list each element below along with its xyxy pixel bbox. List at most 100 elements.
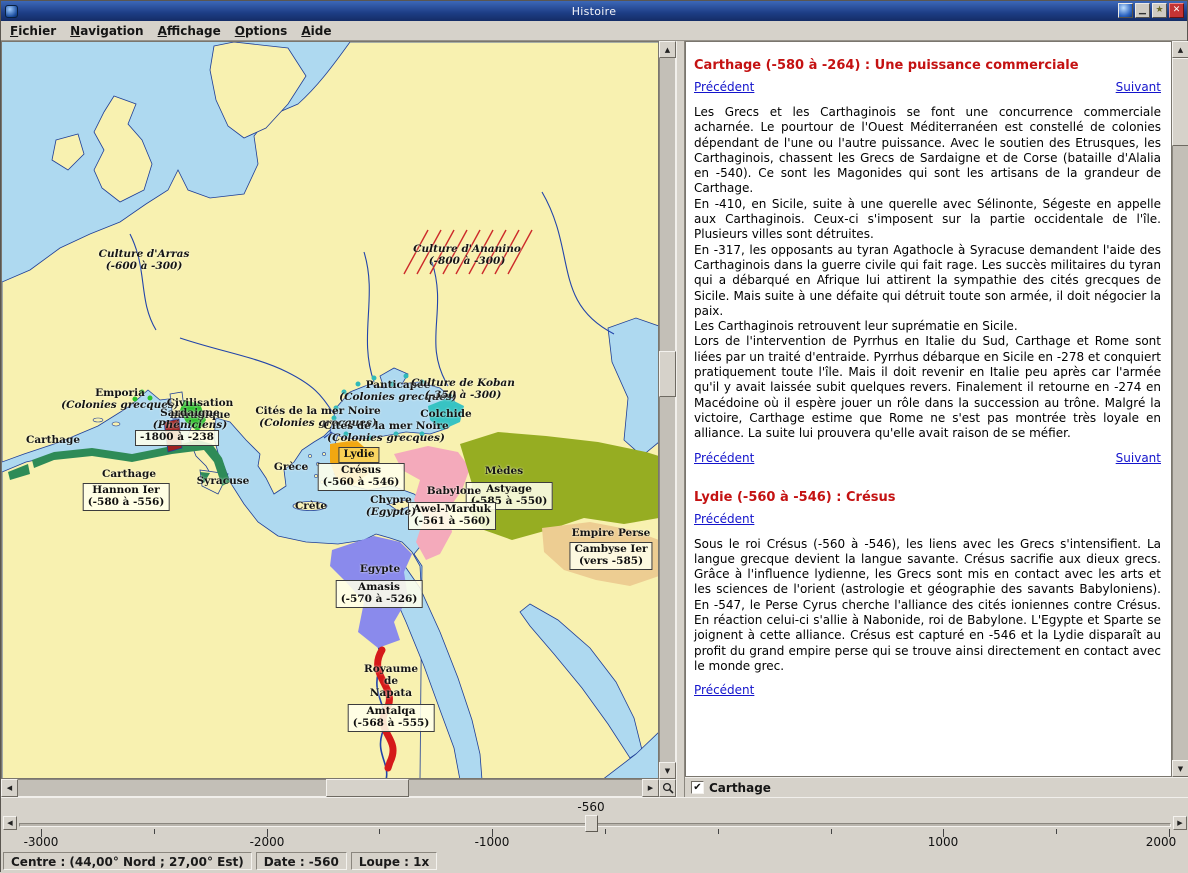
map-box-cambyse: Cambyse Ier (vers -585) — [569, 542, 653, 570]
menubar: Fichier Navigation Affichage Options Aid… — [1, 21, 1187, 41]
map-label-syracuse: Syracuse — [196, 475, 250, 487]
check-icon: ✔ — [693, 782, 702, 793]
timeline-thumb[interactable] — [585, 815, 598, 832]
magnifier-icon — [662, 782, 674, 794]
arrow-left-icon: ◀ — [7, 819, 13, 827]
article-paragraph: Lors de l'intervention de Pyrrhus en Ita… — [694, 334, 1161, 441]
star-icon: ★ — [1155, 5, 1164, 15]
arrow-right-icon: ▶ — [1177, 819, 1183, 827]
map-box-awel-marduk: Awel-Marduk (-561 à -560) — [408, 502, 496, 530]
menu-navigation[interactable]: Navigation — [64, 22, 151, 40]
timeline-current-date: -560 — [577, 800, 605, 814]
map-box-lydie: Lydie — [338, 447, 380, 463]
map-box-amtalqa: Amtalqa (-568 à -555) — [347, 704, 435, 732]
arrow-right-icon: ▶ — [647, 784, 654, 792]
arrow-up-icon: ▲ — [664, 45, 671, 54]
panel-splitter[interactable] — [676, 41, 685, 797]
map-label-grece: Grèce — [273, 461, 309, 473]
carthage-checkbox[interactable]: ✔ — [691, 781, 704, 794]
map-hscroll-right-button[interactable]: ▶ — [642, 779, 659, 797]
timeline-minor-tick — [1056, 829, 1057, 834]
timeline-left-button[interactable]: ◀ — [3, 816, 17, 830]
article-paragraph: En -410, en Sicile, suite à une querelle… — [694, 196, 1161, 242]
article-paragraph: Sous le roi Crésus (-560 à -546), les li… — [694, 536, 1161, 673]
nav-row: Précédent Suivant — [694, 80, 1161, 95]
timeline-minor-tick — [379, 829, 380, 834]
map-label-colchide: Colchide — [420, 408, 472, 420]
timeline-tick-label: 1000 — [927, 835, 959, 849]
map-vscroll-track[interactable] — [659, 41, 676, 779]
zoom-button[interactable] — [659, 779, 676, 797]
arrow-down-icon: ▼ — [664, 766, 671, 775]
status-date: Date : -560 — [255, 852, 347, 870]
map-box-hannon: Hannon Ier (-580 à -556) — [82, 483, 170, 511]
map-label-egypte: Egypte — [359, 563, 401, 575]
titlebar[interactable]: Histoire ▁ ★ ✕ — [1, 1, 1187, 21]
article-paragraph: En -317, les opposants au tyran Agathocl… — [694, 242, 1161, 318]
map-label-crete: Crète — [294, 500, 328, 512]
map-box-sardaigne-dates: -1800 à -238 — [135, 430, 219, 446]
status-center: Centre : (44,00° Nord ; 27,00° Est) — [3, 852, 252, 870]
map-vscroll-down-button[interactable]: ▼ — [659, 762, 676, 779]
prev-link[interactable]: Précédent — [694, 683, 754, 698]
map-hscroll-left-button[interactable]: ◀ — [1, 779, 18, 797]
next-link[interactable]: Suivant — [1116, 80, 1161, 95]
prev-link[interactable]: Précédent — [694, 512, 754, 527]
menu-options[interactable]: Options — [229, 22, 296, 40]
status-loupe: Loupe : 1x — [350, 852, 438, 870]
article-paragraph: Les Grecs et les Carthaginois se font un… — [694, 105, 1161, 196]
section-title-carthage: Carthage (-580 à -264) : Une puissance c… — [694, 58, 1079, 73]
article-vscroll-up-button[interactable]: ▲ — [1172, 41, 1188, 58]
map-hscroll-thumb[interactable] — [326, 779, 409, 797]
timeline-minor-tick — [831, 829, 832, 834]
map-label-empire-perse: Empire Perse — [571, 527, 651, 539]
timeline-minor-tick — [718, 829, 719, 834]
menu-fichier[interactable]: Fichier — [4, 22, 64, 40]
map-canvas[interactable]: Culture d'Arras (-600 à -300) Culture d'A… — [1, 41, 659, 779]
close-button[interactable]: ✕ — [1169, 3, 1184, 18]
arrow-up-icon: ▲ — [1177, 45, 1184, 54]
article-vscroll-thumb[interactable] — [1172, 58, 1188, 146]
timeline-minor-tick — [154, 829, 155, 834]
arrow-left-icon: ◀ — [6, 784, 13, 792]
map-label-culture-koban: Culture de Koban (-350 à -300) — [411, 377, 515, 401]
article-vscroll-track[interactable] — [1172, 41, 1188, 777]
map-label-sardaigne: Sardaigne (Phéniciens) — [152, 407, 228, 431]
article-panel: Carthage (-580 à -264) : Une puissance c… — [685, 41, 1172, 777]
minimize-button[interactable]: ▁ — [1135, 3, 1150, 18]
close-icon: ✕ — [1172, 5, 1181, 15]
maximize-button[interactable]: ★ — [1152, 3, 1167, 18]
app-icon — [5, 4, 18, 18]
map-label-carthage-ouest: Carthage — [25, 434, 81, 446]
nav-row: Précédent — [694, 683, 1161, 698]
timeline-tick-label: -2000 — [249, 835, 285, 849]
article-paragraph: Les Carthaginois retrouvent leur supréma… — [694, 319, 1018, 334]
article-vscroll-down-button[interactable]: ▼ — [1172, 760, 1188, 777]
menu-affichage[interactable]: Affichage — [152, 22, 229, 40]
map-vscroll-up-button[interactable]: ▲ — [659, 41, 676, 58]
map-box-cresus: Crésus (-560 à -546) — [317, 463, 405, 491]
nav-row: Précédent Suivant — [694, 451, 1161, 466]
prev-link[interactable]: Précédent — [694, 451, 754, 466]
nav-row: Précédent — [694, 512, 1161, 527]
map-label-babylone: Babylone — [426, 485, 482, 497]
section-title-lydie: Lydie (-560 à -546) : Crésus — [694, 489, 896, 505]
map-label-carthage: Carthage — [101, 468, 157, 480]
pin-button[interactable] — [1118, 3, 1133, 18]
map-label-culture-ananino: Culture d'Ananino (-800 à -300) — [413, 243, 521, 267]
menu-aide[interactable]: Aide — [295, 22, 339, 40]
carthage-checkbox-label: Carthage — [709, 780, 771, 795]
map-label-royaume-napata: Royaume de Napata — [363, 663, 419, 699]
map-box-amasis: Amasis (-570 à -526) — [335, 580, 423, 608]
map-label-medes: Mèdes — [484, 465, 524, 477]
timeline-right-button[interactable]: ▶ — [1173, 816, 1187, 830]
timeline-tick-label: -1000 — [474, 835, 510, 849]
map-vscroll-thumb[interactable] — [659, 351, 676, 397]
timeline-tick-label: 2000 — [1145, 835, 1177, 849]
map-label-culture-arras: Culture d'Arras (-600 à -300) — [98, 248, 190, 272]
next-link[interactable]: Suivant — [1116, 451, 1161, 466]
app-window: { "window": { "title": "Histoire", "menu… — [0, 0, 1188, 873]
prev-link[interactable]: Précédent — [694, 80, 754, 95]
minimize-icon: ▁ — [1139, 5, 1146, 15]
timeline-tick-label: -3000 — [23, 835, 59, 849]
